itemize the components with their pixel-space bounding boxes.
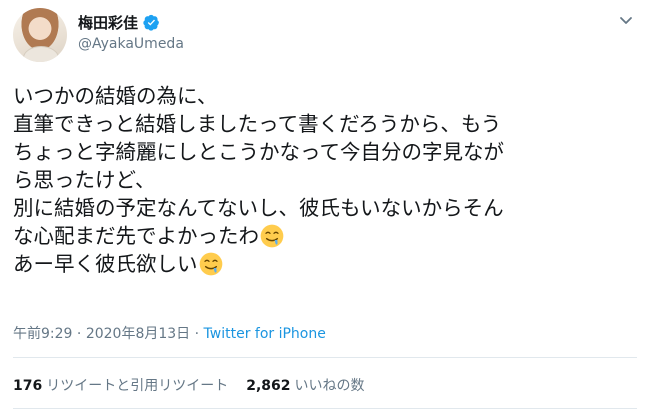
tweet-line: 直筆できっと結婚しましたって書くだろうから、もう xyxy=(13,112,502,136)
avatar-figure xyxy=(23,46,59,62)
tweet-stats: 176 リツイートと引用リツイート 2,862 いいねの数 xyxy=(13,375,365,395)
tweet-line-with-emoji: あー早く彼氏欲しい xyxy=(13,250,633,278)
retweets-label: リツイートと引用リツイート xyxy=(46,378,229,394)
chevron-down-icon xyxy=(620,17,632,24)
tweet-line-with-emoji: な心配まだ先でよかったわ xyxy=(13,222,633,250)
meta-separator: · xyxy=(194,326,200,342)
verified-badge-icon xyxy=(143,14,159,31)
tweet-line-text: あー早く彼氏欲しい xyxy=(13,252,198,276)
tweet-text: いつかの結婚の為に、 直筆できっと結婚しましたって書くだろうから、もう ちょっと… xyxy=(13,82,633,278)
tweet-date[interactable]: 2020年8月13日 xyxy=(86,326,190,342)
tweet-line: いつかの結婚の為に、 xyxy=(13,84,218,108)
display-name[interactable]: 梅田彩佳 xyxy=(78,12,138,33)
tweet-card: 梅田彩佳 @AyakaUmeda いつかの結婚の為に、 直筆できっと結婚しました… xyxy=(0,0,650,418)
divider xyxy=(13,357,637,358)
more-options-button[interactable] xyxy=(616,10,636,30)
tweet-line: ちょっと字綺麗にしとこうかなって今自分の字見なが xyxy=(13,140,504,164)
tweet-metadata: 午前9:29 · 2020年8月13日 · Twitter for iPhone xyxy=(13,323,326,343)
retweets-count: 176 xyxy=(13,378,43,394)
tweet-line-text: な心配まだ先でよかったわ xyxy=(13,224,259,248)
tweet-source-link[interactable]: Twitter for iPhone xyxy=(204,326,326,342)
user-display-name-row[interactable]: 梅田彩佳 xyxy=(78,12,160,33)
retweets-stat[interactable]: 176 リツイートと引用リツイート xyxy=(13,375,228,395)
meta-separator: · xyxy=(76,326,82,342)
divider xyxy=(13,408,637,409)
tweet-line: ら思ったけど、 xyxy=(13,168,156,192)
avatar[interactable] xyxy=(13,8,67,62)
likes-label: いいねの数 xyxy=(294,378,365,394)
drooling-face-icon xyxy=(199,252,222,276)
likes-stat[interactable]: 2,862 いいねの数 xyxy=(246,375,364,395)
drooling-face-icon xyxy=(260,224,284,248)
tweet-time[interactable]: 午前9:29 xyxy=(13,326,72,342)
likes-count: 2,862 xyxy=(246,378,291,394)
tweet-line: 別に結婚の予定なんてないし、彼氏もいないからそん xyxy=(13,196,504,220)
user-handle[interactable]: @AyakaUmeda xyxy=(78,36,184,52)
